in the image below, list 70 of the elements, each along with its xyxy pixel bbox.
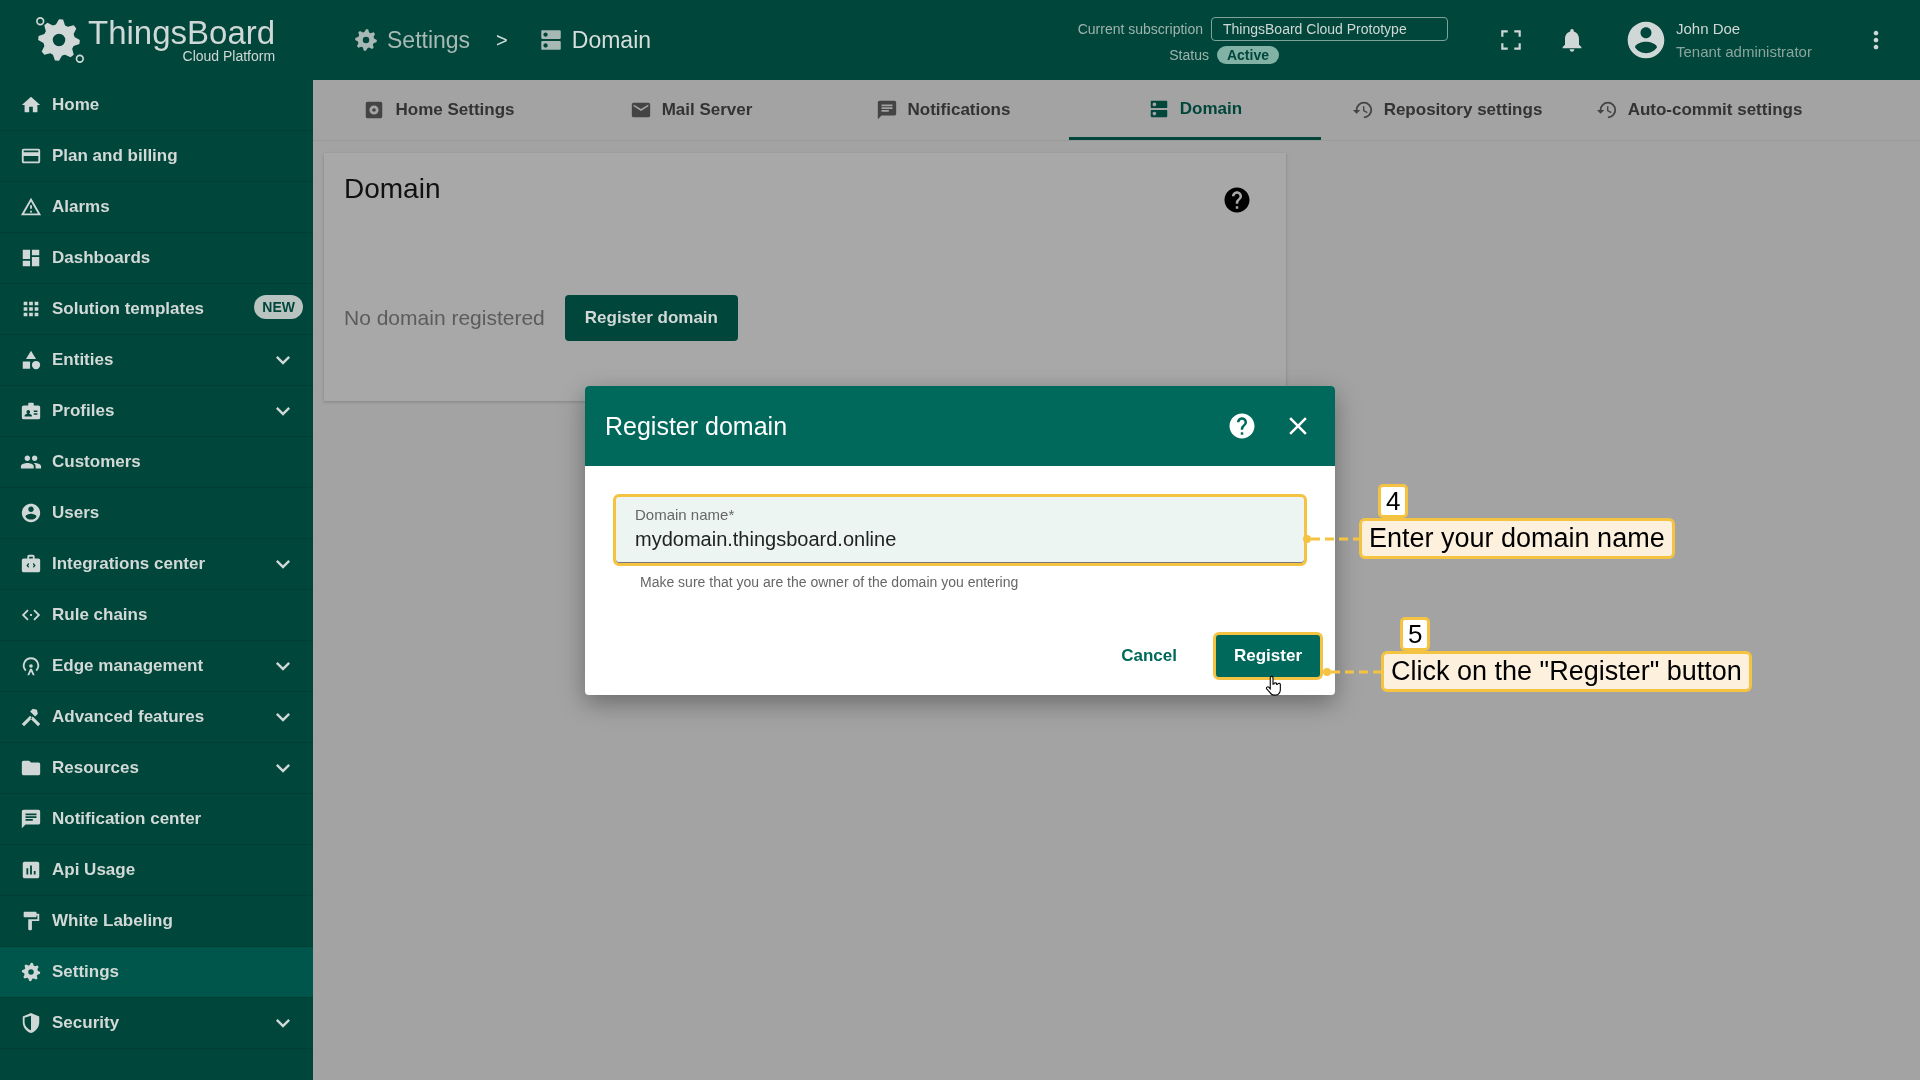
- shapes-icon: [20, 349, 42, 371]
- sidebar-item[interactable]: Solution templates NEW: [0, 284, 313, 335]
- new-badge: NEW: [254, 295, 303, 319]
- sidebar-item[interactable]: Security: [0, 998, 313, 1049]
- sidebar-item[interactable]: Rule chains: [0, 590, 313, 641]
- user-name: John Doe: [1676, 20, 1742, 37]
- account-icon: [20, 502, 42, 524]
- empty-message: No domain registered: [344, 306, 545, 330]
- id-card-icon: [20, 400, 42, 422]
- register-domain-button[interactable]: Register domain: [564, 295, 738, 341]
- step-number: 5: [1400, 617, 1431, 651]
- callout-label: Click on the "Register" button: [1381, 651, 1752, 692]
- help-icon[interactable]: [1222, 185, 1252, 215]
- dashboard-icon: [20, 247, 42, 269]
- sidebar-item[interactable]: Plan and billing: [0, 131, 313, 182]
- leader-line: [1323, 666, 1381, 677]
- breadcrumb[interactable]: Domain: [571, 26, 652, 54]
- tab[interactable]: Repository settings: [1321, 80, 1573, 140]
- sidebar-item[interactable]: Home: [0, 80, 313, 131]
- subscription-label: Current subscription: [1077, 20, 1203, 37]
- logo-subtitle: Cloud Platform: [182, 49, 276, 64]
- bar-chart-icon: [20, 859, 42, 881]
- field-hint: Make sure that you are the owner of the domain you entering: [640, 574, 1020, 590]
- tab[interactable]: Mail Server: [565, 80, 817, 140]
- domain-name-field[interactable]: Domain name* mydomain.thingsboard.online: [613, 494, 1307, 566]
- chat-icon: [20, 808, 42, 830]
- help-icon[interactable]: [1227, 411, 1257, 441]
- shield-icon: [20, 1012, 42, 1034]
- breadcrumb[interactable]: Settings: [387, 26, 471, 54]
- breadcrumb-separator: >: [496, 28, 508, 52]
- tab[interactable]: Auto-commit settings: [1573, 80, 1825, 140]
- sidebar-item[interactable]: Notification center: [0, 794, 313, 845]
- status-chip: Active: [1216, 45, 1279, 64]
- cancel-button[interactable]: Cancel: [1105, 632, 1193, 680]
- chat-icon: [875, 99, 898, 121]
- sidebar-item[interactable]: Profiles: [0, 386, 313, 437]
- warning-icon: [20, 196, 42, 218]
- tools-icon: [20, 706, 42, 728]
- card-title: Domain: [344, 173, 441, 205]
- leader-line: [1303, 533, 1359, 544]
- sidebar-item[interactable]: Settings: [0, 947, 313, 998]
- antenna-icon: [20, 655, 42, 677]
- sidebar-item[interactable]: Alarms: [0, 182, 313, 233]
- sidebar-item[interactable]: Api Usage: [0, 845, 313, 896]
- gear-logo-icon: [34, 15, 84, 65]
- subscription-plan: ThingsBoard Cloud Prototype: [1211, 16, 1448, 41]
- step-number: 4: [1378, 484, 1409, 518]
- sidebar-item[interactable]: Entities: [0, 335, 313, 386]
- history-icon: [1351, 99, 1374, 121]
- sidebar-item[interactable]: Edge management: [0, 641, 313, 692]
- sidebar-item[interactable]: Users: [0, 488, 313, 539]
- sidebar-item[interactable]: Integrations center: [0, 539, 313, 590]
- user-role: Tenant administrator: [1676, 43, 1813, 60]
- callout-label: Enter your domain name: [1359, 518, 1675, 559]
- sidebar-item[interactable]: Advanced features: [0, 692, 313, 743]
- history-icon: [1595, 99, 1618, 121]
- sidebar-item[interactable]: Dashboards: [0, 233, 313, 284]
- sidebar-item[interactable]: Customers: [0, 437, 313, 488]
- tab[interactable]: Home Settings: [313, 80, 565, 140]
- register-button[interactable]: Register: [1212, 632, 1323, 680]
- tab[interactable]: Notifications: [817, 80, 1069, 140]
- settings-icon: [20, 961, 42, 983]
- fullscreen-icon[interactable]: [1498, 27, 1524, 53]
- sidebar-item[interactable]: Resources: [0, 743, 313, 794]
- logo-name: ThingsBoard: [88, 16, 276, 50]
- settings-icon: [353, 27, 379, 53]
- briefcase-icon: [20, 553, 42, 575]
- tab[interactable]: Domain: [1069, 80, 1321, 140]
- status-label: Status: [1169, 46, 1209, 63]
- dialog-title: Register domain: [605, 411, 789, 441]
